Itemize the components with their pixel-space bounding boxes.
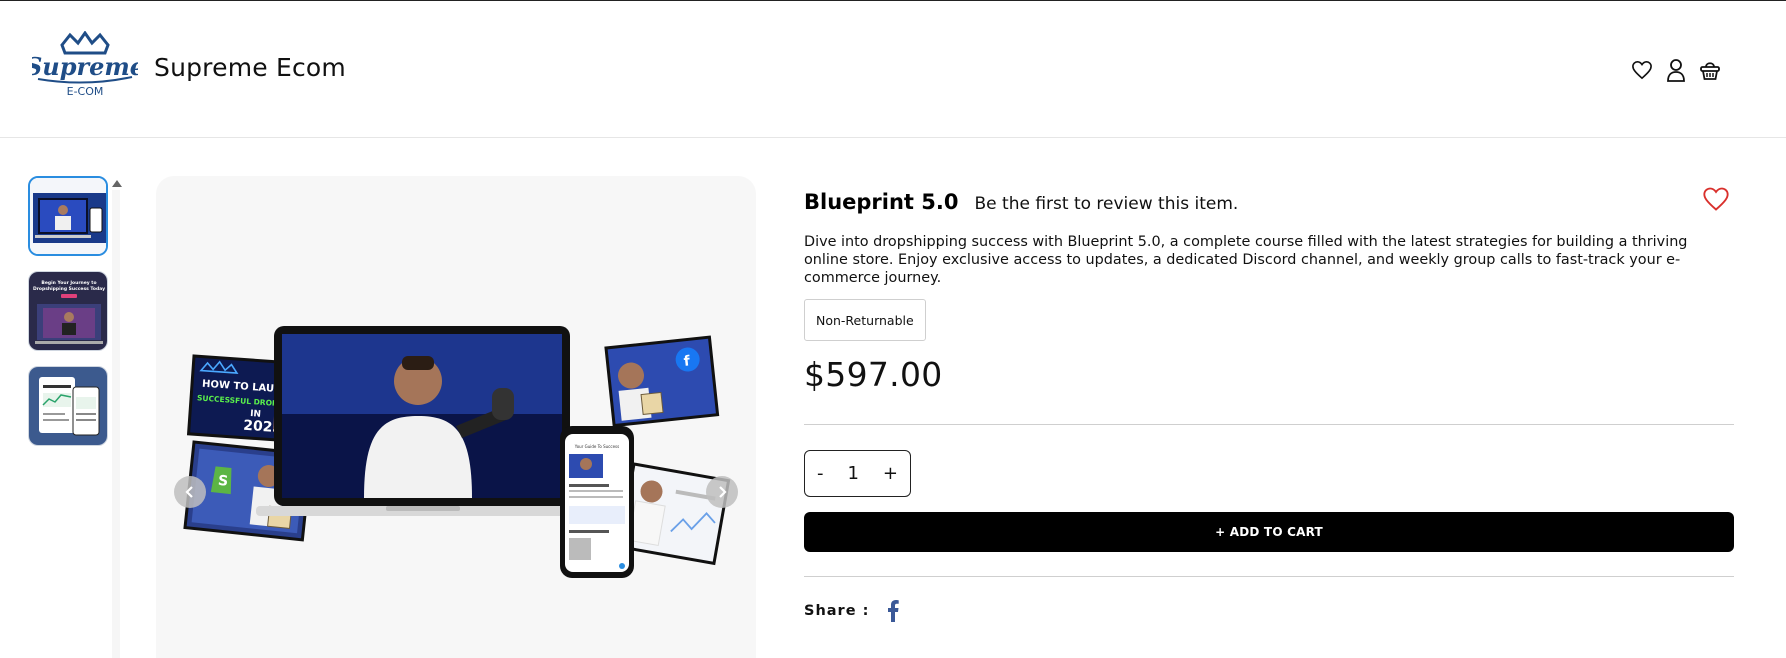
store-name[interactable]: Supreme Ecom [154, 53, 346, 82]
thumbnail-scroll-up-arrow[interactable] [112, 180, 122, 187]
heart-icon[interactable] [1630, 57, 1654, 83]
facebook-share-icon[interactable] [887, 600, 900, 622]
user-icon[interactable] [1664, 57, 1688, 83]
wishlist-heart-icon[interactable] [1702, 186, 1730, 216]
svg-text:Dropshipping Success Today: Dropshipping Success Today [33, 286, 105, 292]
divider [804, 576, 1734, 577]
svg-text:E-COM: E-COM [67, 85, 104, 98]
add-to-cart-button[interactable]: + ADD TO CART [804, 512, 1734, 552]
previous-image-button[interactable] [174, 476, 206, 508]
svg-text:Supreme: Supreme [32, 52, 138, 81]
svg-text:Your Guide To Success: Your Guide To Success [574, 444, 619, 449]
share-label: Share : [804, 603, 870, 619]
basket-icon[interactable] [1698, 57, 1722, 83]
product-price: $597.00 [804, 355, 943, 394]
thumbnail-2[interactable]: Begin Your Journey to Dropshipping Succe… [28, 271, 108, 351]
quantity-decrease-button[interactable]: - [817, 463, 824, 484]
non-returnable-badge: Non-Returnable [804, 299, 926, 341]
svg-text:Begin Your Journey to: Begin Your Journey to [41, 280, 96, 286]
quantity-value[interactable]: 1 [847, 463, 858, 484]
site-logo[interactable]: Supreme E-COM [25, 30, 145, 101]
share-row: Share : [804, 600, 900, 622]
thumbnail-1[interactable] [28, 176, 108, 256]
thumbnail-list: Begin Your Journey to Dropshipping Succe… [28, 176, 110, 461]
chevron-left-icon [185, 486, 193, 498]
next-image-button[interactable] [706, 476, 738, 508]
chevron-right-icon [719, 486, 727, 498]
product-title: Blueprint 5.0 [804, 190, 959, 214]
svg-text:S: S [217, 473, 229, 490]
divider [804, 424, 1734, 425]
quantity-increase-button[interactable]: + [883, 463, 898, 484]
main-product-image[interactable]: HOW TO LAUNCH SUCCESSFUL DROPSHIPPING IN… [156, 176, 756, 658]
quantity-stepper: - 1 + [804, 450, 911, 497]
review-link[interactable]: Be the first to review this item. [975, 194, 1239, 214]
product-description: Dive into dropshipping success with Blue… [804, 234, 1688, 286]
thumbnail-3[interactable] [28, 366, 108, 446]
header-icons [1630, 57, 1722, 83]
thumbnail-scrollbar[interactable] [112, 190, 120, 658]
title-row: Blueprint 5.0 Be the first to review thi… [804, 190, 1238, 214]
site-header: Supreme E-COM Supreme Ecom [0, 1, 1786, 138]
